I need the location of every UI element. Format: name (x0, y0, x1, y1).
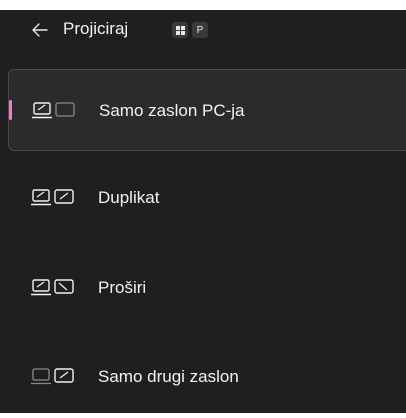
background-window-strip (0, 0, 406, 10)
option-second-screen-only[interactable]: Samo drugi zaslon (8, 336, 406, 418)
second-screen-only-icon (31, 368, 74, 385)
option-label: Proširi (98, 278, 147, 297)
clipped-background-text (120, 0, 126, 9)
selection-indicator (9, 100, 12, 120)
back-arrow-icon (32, 23, 48, 37)
duplicate-icon (31, 189, 74, 206)
pc-screen-only-icon (32, 102, 75, 119)
extend-icon (31, 279, 74, 296)
back-button[interactable] (28, 18, 52, 42)
option-extend[interactable]: Proširi (8, 247, 406, 329)
project-flyout: Projiciraj P Samo zaslon PC-ja Duplikat … (0, 10, 406, 413)
windows-logo-icon (175, 25, 185, 35)
flyout-header: Projiciraj P (0, 10, 406, 50)
option-duplicate[interactable]: Duplikat (8, 157, 406, 239)
p-key-badge: P (192, 22, 208, 38)
option-pc-screen-only[interactable]: Samo zaslon PC-ja (8, 69, 406, 151)
option-label: Samo drugi zaslon (98, 367, 239, 386)
option-label: Duplikat (98, 188, 160, 207)
page-title: Projiciraj (63, 19, 129, 38)
windows-key-badge (172, 22, 188, 38)
option-label: Samo zaslon PC-ja (99, 101, 245, 120)
